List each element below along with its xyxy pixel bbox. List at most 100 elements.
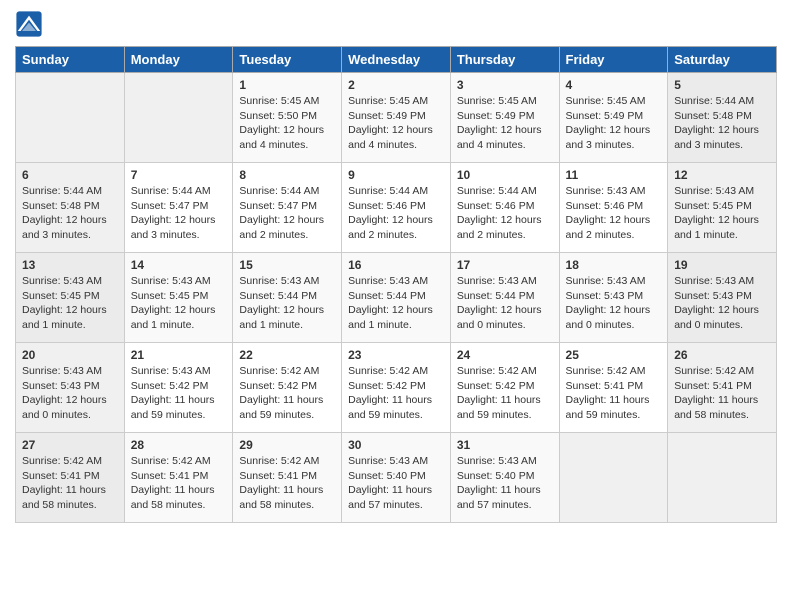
- day-number: 9: [348, 168, 444, 182]
- day-header-thursday: Thursday: [450, 47, 559, 73]
- calendar-cell: 4 Sunrise: 5:45 AM Sunset: 5:49 PM Daylig…: [559, 73, 668, 163]
- day-header-friday: Friday: [559, 47, 668, 73]
- cell-content: Sunrise: 5:42 AM Sunset: 5:42 PM Dayligh…: [348, 364, 444, 423]
- cell-content: Sunrise: 5:45 AM Sunset: 5:49 PM Dayligh…: [348, 94, 444, 153]
- calendar-cell: [124, 73, 233, 163]
- day-number: 24: [457, 348, 553, 362]
- calendar-cell: 26 Sunrise: 5:42 AM Sunset: 5:41 PM Dayli…: [668, 343, 777, 433]
- day-number: 31: [457, 438, 553, 452]
- day-number: 2: [348, 78, 444, 92]
- day-number: 27: [22, 438, 118, 452]
- day-number: 20: [22, 348, 118, 362]
- day-header-sunday: Sunday: [16, 47, 125, 73]
- day-number: 21: [131, 348, 227, 362]
- calendar-cell: 30 Sunrise: 5:43 AM Sunset: 5:40 PM Dayli…: [342, 433, 451, 523]
- day-header-wednesday: Wednesday: [342, 47, 451, 73]
- cell-content: Sunrise: 5:44 AM Sunset: 5:46 PM Dayligh…: [457, 184, 553, 243]
- cell-content: Sunrise: 5:42 AM Sunset: 5:42 PM Dayligh…: [239, 364, 335, 423]
- calendar-cell: 3Sunrise: 5:45 AM Sunset: 5:49 PM Daylig…: [450, 73, 559, 163]
- day-number: 16: [348, 258, 444, 272]
- calendar-cell: 13Sunrise: 5:43 AM Sunset: 5:45 PM Dayli…: [16, 253, 125, 343]
- cell-content: Sunrise: 5:43 AM Sunset: 5:43 PM Dayligh…: [674, 274, 770, 333]
- day-number: 1: [239, 78, 335, 92]
- cell-content: Sunrise: 5:43 AM Sunset: 5:44 PM Dayligh…: [348, 274, 444, 333]
- calendar-cell: 21Sunrise: 5:43 AM Sunset: 5:42 PM Dayli…: [124, 343, 233, 433]
- cell-content: Sunrise: 5:44 AM Sunset: 5:46 PM Dayligh…: [348, 184, 444, 243]
- calendar-cell: 11 Sunrise: 5:43 AM Sunset: 5:46 PM Dayli…: [559, 163, 668, 253]
- calendar-cell: 7 Sunrise: 5:44 AM Sunset: 5:47 PM Daylig…: [124, 163, 233, 253]
- day-number: 19: [674, 258, 770, 272]
- day-number: 3: [457, 78, 553, 92]
- calendar-cell: 15 Sunrise: 5:43 AM Sunset: 5:44 PM Dayli…: [233, 253, 342, 343]
- calendar-cell: 9 Sunrise: 5:44 AM Sunset: 5:46 PM Daylig…: [342, 163, 451, 253]
- cell-content: Sunrise: 5:42 AM Sunset: 5:41 PM Dayligh…: [239, 454, 335, 513]
- day-header-tuesday: Tuesday: [233, 47, 342, 73]
- cell-content: Sunrise: 5:45 AM Sunset: 5:50 PM Dayligh…: [239, 94, 335, 153]
- week-row-5: 27 Sunrise: 5:42 AM Sunset: 5:41 PM Dayli…: [16, 433, 777, 523]
- cell-content: Sunrise: 5:45 AM Sunset: 5:49 PM Dayligh…: [566, 94, 662, 153]
- day-number: 23: [348, 348, 444, 362]
- calendar-cell: 6Sunrise: 5:44 AM Sunset: 5:48 PM Daylig…: [16, 163, 125, 253]
- day-number: 14: [131, 258, 227, 272]
- day-number: 18: [566, 258, 662, 272]
- calendar-cell: [559, 433, 668, 523]
- calendar-cell: 22 Sunrise: 5:42 AM Sunset: 5:42 PM Dayli…: [233, 343, 342, 433]
- day-number: 12: [674, 168, 770, 182]
- cell-content: Sunrise: 5:44 AM Sunset: 5:47 PM Dayligh…: [131, 184, 227, 243]
- cell-content: Sunrise: 5:43 AM Sunset: 5:40 PM Dayligh…: [348, 454, 444, 513]
- cell-content: Sunrise: 5:44 AM Sunset: 5:48 PM Dayligh…: [22, 184, 118, 243]
- day-number: 29: [239, 438, 335, 452]
- calendar-cell: 2 Sunrise: 5:45 AM Sunset: 5:49 PM Daylig…: [342, 73, 451, 163]
- calendar-cell: 10 Sunrise: 5:44 AM Sunset: 5:46 PM Dayli…: [450, 163, 559, 253]
- day-number: 22: [239, 348, 335, 362]
- calendar-cell: 1 Sunrise: 5:45 AM Sunset: 5:50 PM Daylig…: [233, 73, 342, 163]
- cell-content: Sunrise: 5:43 AM Sunset: 5:46 PM Dayligh…: [566, 184, 662, 243]
- calendar-cell: 5 Sunrise: 5:44 AM Sunset: 5:48 PM Daylig…: [668, 73, 777, 163]
- cell-content: Sunrise: 5:42 AM Sunset: 5:41 PM Dayligh…: [674, 364, 770, 423]
- calendar-cell: 31Sunrise: 5:43 AM Sunset: 5:40 PM Dayli…: [450, 433, 559, 523]
- calendar-cell: 8 Sunrise: 5:44 AM Sunset: 5:47 PM Daylig…: [233, 163, 342, 253]
- cell-content: Sunrise: 5:43 AM Sunset: 5:45 PM Dayligh…: [131, 274, 227, 333]
- cell-content: Sunrise: 5:44 AM Sunset: 5:48 PM Dayligh…: [674, 94, 770, 153]
- calendar-cell: [16, 73, 125, 163]
- calendar-cell: 25 Sunrise: 5:42 AM Sunset: 5:41 PM Dayli…: [559, 343, 668, 433]
- calendar-cell: 14 Sunrise: 5:43 AM Sunset: 5:45 PM Dayli…: [124, 253, 233, 343]
- cell-content: Sunrise: 5:43 AM Sunset: 5:43 PM Dayligh…: [22, 364, 118, 423]
- logo: [15, 10, 47, 38]
- calendar-cell: 24Sunrise: 5:42 AM Sunset: 5:42 PM Dayli…: [450, 343, 559, 433]
- week-row-1: 1 Sunrise: 5:45 AM Sunset: 5:50 PM Daylig…: [16, 73, 777, 163]
- day-number: 8: [239, 168, 335, 182]
- day-number: 15: [239, 258, 335, 272]
- day-number: 28: [131, 438, 227, 452]
- cell-content: Sunrise: 5:42 AM Sunset: 5:41 PM Dayligh…: [131, 454, 227, 513]
- day-number: 10: [457, 168, 553, 182]
- calendar-table: SundayMondayTuesdayWednesdayThursdayFrid…: [15, 46, 777, 523]
- cell-content: Sunrise: 5:43 AM Sunset: 5:44 PM Dayligh…: [239, 274, 335, 333]
- day-number: 26: [674, 348, 770, 362]
- day-number: 7: [131, 168, 227, 182]
- cell-content: Sunrise: 5:43 AM Sunset: 5:45 PM Dayligh…: [22, 274, 118, 333]
- logo-icon: [15, 10, 43, 38]
- calendar-cell: 16 Sunrise: 5:43 AM Sunset: 5:44 PM Dayli…: [342, 253, 451, 343]
- cell-content: Sunrise: 5:43 AM Sunset: 5:43 PM Dayligh…: [566, 274, 662, 333]
- week-row-2: 6Sunrise: 5:44 AM Sunset: 5:48 PM Daylig…: [16, 163, 777, 253]
- cell-content: Sunrise: 5:43 AM Sunset: 5:45 PM Dayligh…: [674, 184, 770, 243]
- day-number: 30: [348, 438, 444, 452]
- page-header: [15, 10, 777, 38]
- calendar-cell: 29 Sunrise: 5:42 AM Sunset: 5:41 PM Dayli…: [233, 433, 342, 523]
- calendar-cell: 23 Sunrise: 5:42 AM Sunset: 5:42 PM Dayli…: [342, 343, 451, 433]
- day-number: 25: [566, 348, 662, 362]
- calendar-cell: 28 Sunrise: 5:42 AM Sunset: 5:41 PM Dayli…: [124, 433, 233, 523]
- calendar-header-row: SundayMondayTuesdayWednesdayThursdayFrid…: [16, 47, 777, 73]
- day-number: 4: [566, 78, 662, 92]
- day-number: 11: [566, 168, 662, 182]
- calendar-cell: [668, 433, 777, 523]
- calendar-cell: 12 Sunrise: 5:43 AM Sunset: 5:45 PM Dayli…: [668, 163, 777, 253]
- cell-content: Sunrise: 5:43 AM Sunset: 5:44 PM Dayligh…: [457, 274, 553, 333]
- week-row-3: 13Sunrise: 5:43 AM Sunset: 5:45 PM Dayli…: [16, 253, 777, 343]
- calendar-cell: 17Sunrise: 5:43 AM Sunset: 5:44 PM Dayli…: [450, 253, 559, 343]
- cell-content: Sunrise: 5:44 AM Sunset: 5:47 PM Dayligh…: [239, 184, 335, 243]
- cell-content: Sunrise: 5:42 AM Sunset: 5:41 PM Dayligh…: [566, 364, 662, 423]
- calendar-cell: 27Sunrise: 5:42 AM Sunset: 5:41 PM Dayli…: [16, 433, 125, 523]
- day-number: 5: [674, 78, 770, 92]
